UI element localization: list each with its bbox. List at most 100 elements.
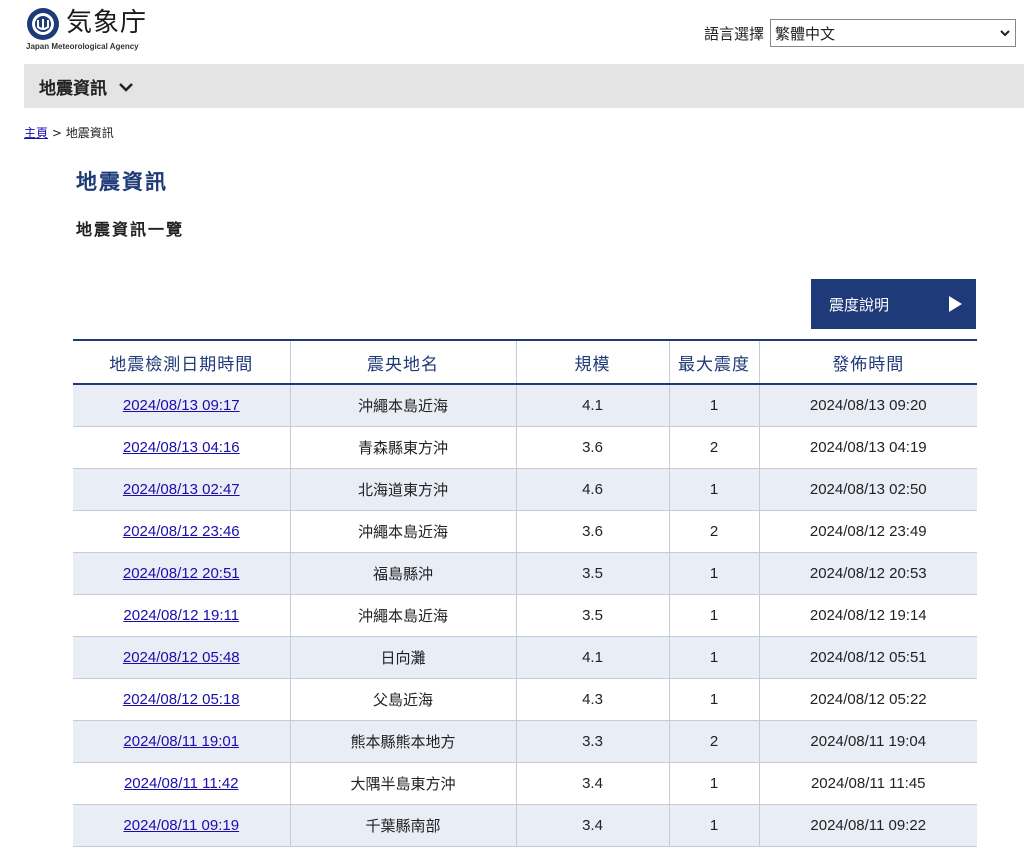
cell-issued: 2024/08/12 19:14 [758, 594, 977, 637]
cell-issued: 2024/08/12 05:51 [758, 636, 977, 679]
cell-detected: 2024/08/12 05:48 [73, 636, 290, 679]
column-header-magnitude: 規模 [515, 339, 669, 385]
cell-magnitude: 3.6 [515, 510, 669, 553]
cell-epicenter: 北海道東方沖 [289, 468, 516, 511]
cell-epicenter: 熊本縣熊本地方 [289, 720, 516, 763]
detected-time-link[interactable]: 2024/08/12 05:18 [123, 691, 240, 708]
nav-bar: 地震資訊 [24, 64, 1024, 108]
table-row: 2024/08/12 20:51 福島縣沖 3.5 1 2024/08/12 2… [73, 552, 977, 595]
jma-logo-icon [27, 8, 59, 40]
cell-magnitude: 3.5 [515, 594, 669, 637]
cell-epicenter: 沖繩本島近海 [289, 594, 516, 637]
breadcrumb: 主頁 > 地震資訊 [24, 124, 114, 141]
cell-detected: 2024/08/12 20:51 [73, 552, 290, 595]
cell-detected: 2024/08/13 09:17 [73, 384, 290, 427]
detected-time-link[interactable]: 2024/08/12 05:48 [123, 649, 240, 666]
language-select[interactable]: 繁體中文 [770, 19, 1017, 47]
cell-max-intensity: 2 [668, 720, 759, 763]
table-row: 2024/08/12 05:18 父島近海 4.3 1 2024/08/12 0… [73, 678, 977, 721]
detected-time-link[interactable]: 2024/08/11 09:19 [123, 817, 239, 834]
detected-time-link[interactable]: 2024/08/11 19:01 [123, 733, 239, 750]
logo-subtitle: Japan Meteorological Agency [26, 42, 139, 51]
cell-issued: 2024/08/11 09:22 [758, 804, 977, 847]
table-row: 2024/08/12 05:48 日向灘 4.1 1 2024/08/12 05… [73, 636, 977, 679]
cell-detected: 2024/08/11 19:01 [73, 720, 290, 763]
cell-magnitude: 4.1 [515, 636, 669, 679]
language-selected-value: 繁體中文 [775, 24, 836, 43]
cell-max-intensity: 2 [668, 510, 759, 553]
table-row: 2024/08/13 02:47 北海道東方沖 4.6 1 2024/08/13… [73, 468, 977, 511]
cell-epicenter: 日向灘 [289, 636, 516, 679]
cell-issued: 2024/08/11 19:04 [758, 720, 977, 763]
column-header-issued-time: 發佈時間 [758, 339, 977, 385]
breadcrumb-home-link[interactable]: 主頁 [24, 126, 48, 140]
breadcrumb-current: 地震資訊 [65, 126, 114, 140]
cell-epicenter: 沖繩本島近海 [289, 384, 516, 427]
intensity-explanation-button[interactable]: 震度說明 [811, 279, 976, 329]
cell-detected: 2024/08/12 19:11 [73, 594, 290, 637]
table-row: 2024/08/12 23:46 沖繩本島近海 3.6 2 2024/08/12… [73, 510, 977, 553]
nav-menu-earthquake[interactable]: 地震資訊 [39, 74, 135, 99]
cell-magnitude: 4.1 [515, 384, 669, 427]
cell-epicenter: 大隅半島東方沖 [289, 762, 516, 805]
table-row: 2024/08/12 19:11 沖繩本島近海 3.5 1 2024/08/12… [73, 594, 977, 637]
cell-epicenter: 沖繩本島近海 [289, 510, 516, 553]
detected-time-link[interactable]: 2024/08/12 23:46 [123, 523, 240, 540]
page-title: 地震資訊 [76, 170, 168, 194]
column-header-epicenter: 震央地名 [289, 339, 516, 385]
cell-magnitude: 3.6 [515, 426, 669, 469]
cell-issued: 2024/08/13 04:19 [758, 426, 977, 469]
table-row: 2024/08/13 09:17 沖繩本島近海 4.1 1 2024/08/13… [73, 384, 977, 427]
page-subtitle: 地震資訊一覽 [76, 220, 185, 239]
detected-time-link[interactable]: 2024/08/11 11:42 [124, 775, 239, 792]
table-row: 2024/08/11 19:01 熊本縣熊本地方 3.3 2 2024/08/1… [73, 720, 977, 763]
cell-detected: 2024/08/12 23:46 [73, 510, 290, 553]
cell-max-intensity: 1 [668, 384, 759, 427]
cell-max-intensity: 1 [668, 804, 759, 847]
table-row: 2024/08/11 11:42 大隅半島東方沖 3.4 1 2024/08/1… [73, 762, 977, 805]
cell-max-intensity: 1 [668, 636, 759, 679]
cell-issued: 2024/08/13 02:50 [758, 468, 977, 511]
language-selector: 語言選擇 繁體中文 [704, 18, 1017, 48]
language-label: 語言選擇 [704, 24, 765, 43]
cell-magnitude: 3.4 [515, 804, 669, 847]
site-header: 気象庁 Japan Meteorological Agency 語言選擇 繁體中… [0, 0, 1024, 64]
nav-menu-label: 地震資訊 [39, 79, 107, 99]
cell-magnitude: 4.3 [515, 678, 669, 721]
table-row: 2024/08/11 09:19 千葉縣南部 3.4 1 2024/08/11 … [73, 804, 977, 847]
cell-detected: 2024/08/12 05:18 [73, 678, 290, 721]
cell-issued: 2024/08/12 05:22 [758, 678, 977, 721]
cell-issued: 2024/08/12 23:49 [758, 510, 977, 553]
cell-magnitude: 4.6 [515, 468, 669, 511]
jma-logo[interactable]: 気象庁 Japan Meteorological Agency [26, 5, 166, 53]
cell-issued: 2024/08/12 20:53 [758, 552, 977, 595]
cell-detected: 2024/08/13 04:16 [73, 426, 290, 469]
detected-time-link[interactable]: 2024/08/13 02:47 [123, 481, 240, 498]
column-header-detected-time: 地震檢測日期時間 [73, 339, 290, 385]
table-row: 2024/08/13 04:16 青森縣東方沖 3.6 2 2024/08/13… [73, 426, 977, 469]
detected-time-link[interactable]: 2024/08/12 20:51 [123, 565, 240, 582]
cell-issued: 2024/08/13 09:20 [758, 384, 977, 427]
cell-epicenter: 千葉縣南部 [289, 804, 516, 847]
logo-text: 気象庁 [66, 8, 148, 38]
cell-epicenter: 福島縣沖 [289, 552, 516, 595]
cell-detected: 2024/08/13 02:47 [73, 468, 290, 511]
detected-time-link[interactable]: 2024/08/13 09:17 [123, 397, 240, 414]
cell-detected: 2024/08/11 11:42 [73, 762, 290, 805]
cell-epicenter: 父島近海 [289, 678, 516, 721]
breadcrumb-separator: > [51, 126, 62, 140]
detected-time-link[interactable]: 2024/08/12 19:11 [123, 607, 239, 624]
cell-max-intensity: 1 [668, 762, 759, 805]
cell-detected: 2024/08/11 09:19 [73, 804, 290, 847]
cell-max-intensity: 1 [668, 468, 759, 511]
cell-issued: 2024/08/11 11:45 [758, 762, 977, 805]
detected-time-link[interactable]: 2024/08/13 04:16 [123, 439, 240, 456]
chevron-down-icon [1000, 30, 1010, 37]
cell-magnitude: 3.4 [515, 762, 669, 805]
cell-magnitude: 3.5 [515, 552, 669, 595]
play-arrow-icon [949, 296, 962, 312]
cell-max-intensity: 1 [668, 678, 759, 721]
cell-max-intensity: 1 [668, 552, 759, 595]
column-header-max-intensity: 最大震度 [668, 339, 759, 385]
cell-max-intensity: 1 [668, 594, 759, 637]
